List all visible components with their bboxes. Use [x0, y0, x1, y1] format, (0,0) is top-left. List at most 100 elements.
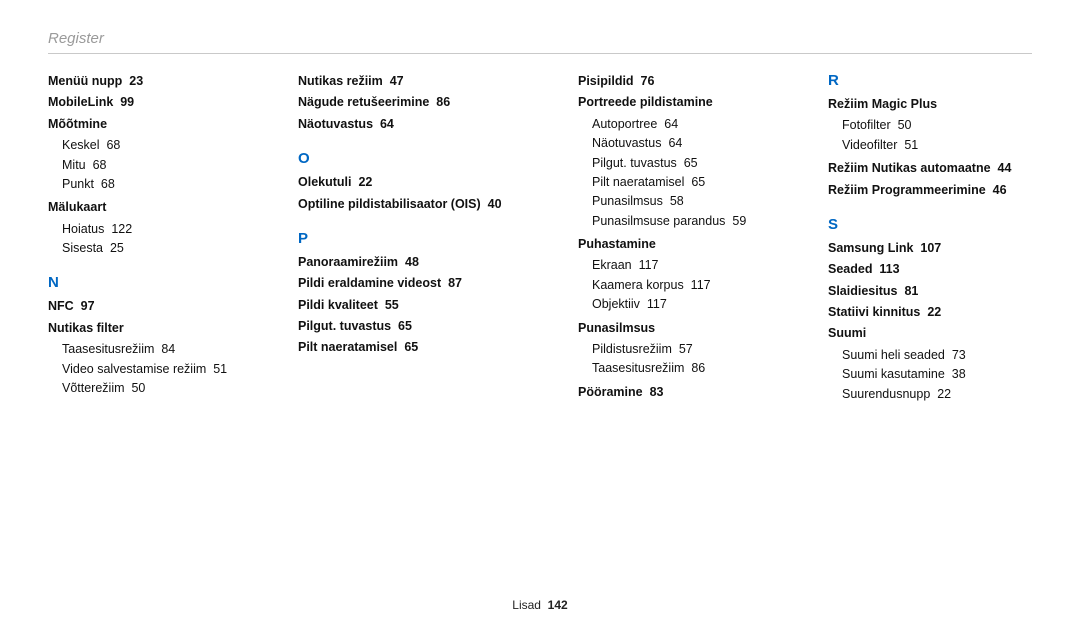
index-entry-text: Ekraan	[592, 258, 632, 272]
index-entry-text: Taasesitusrežiim	[592, 361, 684, 375]
index-entry-page: 46	[993, 183, 1007, 197]
index-entry: Nutikas režiim 47	[298, 72, 538, 91]
index-subentry: Pildistusrežiim 57	[578, 340, 788, 359]
index-entry-text: Nutikas filter	[48, 321, 124, 335]
index-entry-text: Suurendusnupp	[842, 387, 930, 401]
index-entry-text: Mõõtmine	[48, 117, 107, 131]
index-entry: NFC 97	[48, 297, 258, 316]
index-entry-text: Režiim Magic Plus	[828, 97, 937, 111]
index-entry: Pisipildid 76	[578, 72, 788, 91]
index-entry: MobileLink 99	[48, 93, 258, 112]
index-entry-page: 50	[898, 118, 912, 132]
index-entry-page: 51	[213, 362, 227, 376]
index-entry-page: 83	[650, 385, 664, 399]
index-entry-page: 122	[111, 222, 132, 236]
index-entry-text: Taasesitusrežiim	[62, 342, 154, 356]
index-entry-text: Pilt naeratamisel	[592, 175, 684, 189]
index-entry-text: Menüü nupp	[48, 74, 122, 88]
index-subentry: Taasesitusrežiim 84	[48, 340, 258, 359]
index-entry-page: 22	[937, 387, 951, 401]
index-entry-text: Mälukaart	[48, 200, 106, 214]
index-entry-page: 65	[684, 156, 698, 170]
index-entry-page: 48	[405, 255, 419, 269]
index-entry-text: Autoportree	[592, 117, 657, 131]
index-subentry: Suumi heli seaded 73	[828, 346, 1048, 365]
footer-section-label: Lisad	[512, 598, 541, 612]
index-entry: Pildi eraldamine videost 87	[298, 274, 538, 293]
index-subentry: Keskel 68	[48, 136, 258, 155]
index-subentry: Punkt 68	[48, 175, 258, 194]
index-subentry: Kaamera korpus 117	[578, 276, 788, 295]
index-entry-text: Pisipildid	[578, 74, 634, 88]
index-entry-page: 117	[639, 258, 659, 272]
index-entry-page: 68	[93, 158, 107, 172]
index-subentry: Objektiiv 117	[578, 295, 788, 314]
index-entry: Puhastamine	[578, 235, 788, 254]
index-page: Register Menüü nupp 23 MobileLink 99 Mõõtm…	[0, 0, 1080, 630]
footer-page-number: 142	[548, 598, 568, 612]
header-divider	[48, 53, 1032, 54]
index-entry-page: 22	[358, 175, 372, 189]
index-entry-text: Pildi kvaliteet	[298, 298, 378, 312]
index-subentry: Mitu 68	[48, 156, 258, 175]
index-entry-page: 87	[448, 276, 462, 290]
index-entry: Portreede pildistamine	[578, 93, 788, 112]
index-entry-page: 73	[952, 348, 966, 362]
index-entry: Näotuvastus 64	[298, 115, 538, 134]
index-entry-page: 86	[436, 95, 450, 109]
index-entry-text: Pööramine	[578, 385, 643, 399]
index-letter: O	[298, 150, 538, 167]
index-entry: Mõõtmine	[48, 115, 258, 134]
index-entry-page: 25	[110, 241, 124, 255]
index-entry-text: Pildi eraldamine videost	[298, 276, 441, 290]
index-entry-page: 84	[161, 342, 175, 356]
index-entry-text: Nägude retušeerimine	[298, 95, 429, 109]
index-entry-page: 113	[879, 262, 899, 276]
index-entry-page: 50	[131, 381, 145, 395]
index-letter: N	[48, 274, 258, 291]
index-col-1: Menüü nupp 23 MobileLink 99 Mõõtmine Keskel…	[48, 72, 258, 404]
index-entry-text: Suumi heli seaded	[842, 348, 945, 362]
index-entry-text: Režiim Programmeerimine	[828, 183, 986, 197]
index-entry: Režiim Programmeerimine 46	[828, 181, 1048, 200]
index-col-3: Pisipildid 76 Portreede pildistamine Autop…	[578, 72, 788, 404]
index-subentry: Taasesitusrežiim 86	[578, 359, 788, 378]
index-entry: Samsung Link 107	[828, 239, 1048, 258]
index-entry-page: 51	[904, 138, 918, 152]
index-entry-text: Nutikas režiim	[298, 74, 383, 88]
index-subentry: Pilt naeratamisel 65	[578, 173, 788, 192]
index-entry-text: Punasilmsus	[578, 321, 655, 335]
index-entry-page: 117	[691, 278, 711, 292]
index-entry-page: 99	[120, 95, 134, 109]
index-entry-text: NFC	[48, 299, 74, 313]
index-entry-page: 23	[129, 74, 143, 88]
index-entry-page: 40	[488, 197, 502, 211]
index-entry-text: Suumi kasutamine	[842, 367, 945, 381]
index-entry-page: 86	[691, 361, 705, 375]
index-letter: P	[298, 230, 538, 247]
index-entry-page: 64	[664, 117, 678, 131]
index-entry: Statiivi kinnitus 22	[828, 303, 1048, 322]
index-letter: S	[828, 216, 1048, 233]
index-letter: R	[828, 72, 1048, 89]
index-entry-text: Puhastamine	[578, 237, 656, 251]
page-title: Register	[48, 30, 1032, 47]
index-entry-page: 81	[904, 284, 918, 298]
index-entry-page: 68	[101, 177, 115, 191]
index-subentry: Hoiatus 122	[48, 220, 258, 239]
index-entry-page: 64	[380, 117, 394, 131]
index-entry-text: Statiivi kinnitus	[828, 305, 920, 319]
index-entry-text: Punkt	[62, 177, 94, 191]
index-subentry: Punasilmsuse parandus 59	[578, 212, 788, 231]
index-entry-page: 38	[952, 367, 966, 381]
index-entry-page: 76	[641, 74, 655, 88]
index-entry-text: Fotofilter	[842, 118, 891, 132]
index-entry: Mälukaart	[48, 198, 258, 217]
index-subentry: Suumi kasutamine 38	[828, 365, 1048, 384]
index-entry-text: Optiline pildistabilisaator (OIS)	[298, 197, 481, 211]
index-entry-text: Panoraamirežiim	[298, 255, 398, 269]
index-entry-text: Kaamera korpus	[592, 278, 684, 292]
page-footer: Lisad 142	[0, 598, 1080, 612]
index-entry-text: Samsung Link	[828, 241, 913, 255]
index-entry-text: Keskel	[62, 138, 100, 152]
